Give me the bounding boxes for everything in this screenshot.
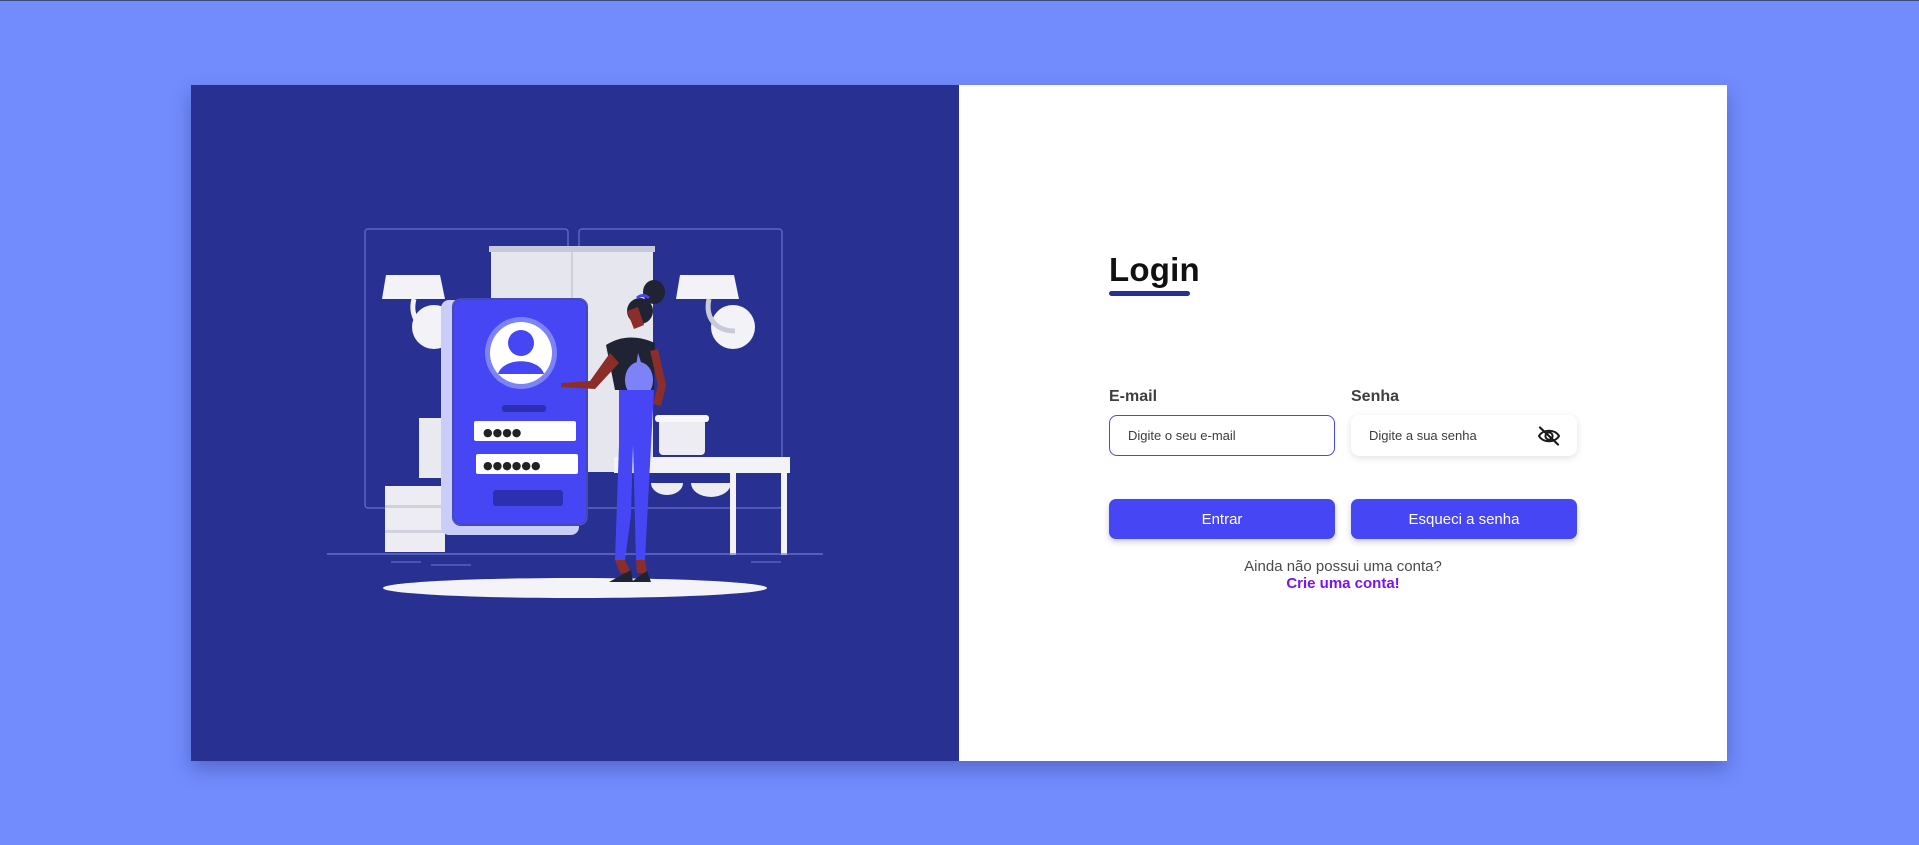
create-account-link[interactable]: Crie uma conta! <box>1286 575 1399 592</box>
page-title: Login <box>1109 251 1200 288</box>
login-button[interactable]: Entrar <box>1109 499 1335 539</box>
login-illustration: ●●●● ●●●●●● <box>327 228 823 598</box>
illustration-password-mask-1: ●●●● <box>483 426 521 439</box>
illustration-password-mask-2: ●●●●●● <box>483 459 541 472</box>
password-field-container <box>1351 415 1577 456</box>
email-field-container <box>1109 415 1335 456</box>
forgot-password-button[interactable]: Esqueci a senha <box>1351 499 1577 539</box>
email-field[interactable] <box>1110 416 1334 455</box>
eye-slash-icon[interactable] <box>1535 422 1563 450</box>
title-underline <box>1109 291 1190 296</box>
login-form-panel: Login E-mail Senha Entrar Esqueci a senh… <box>959 85 1727 761</box>
password-field[interactable] <box>1351 415 1535 456</box>
signup-block: Ainda não possui uma conta? Crie uma con… <box>1109 558 1577 592</box>
password-label: Senha <box>1351 388 1400 405</box>
illustration-panel: ●●●● ●●●●●● <box>191 85 959 761</box>
email-label: E-mail <box>1109 388 1158 405</box>
login-card: ●●●● ●●●●●● Login E-mail Se <box>191 85 1727 761</box>
signup-prompt: Ainda não possui uma conta? <box>1244 558 1442 575</box>
